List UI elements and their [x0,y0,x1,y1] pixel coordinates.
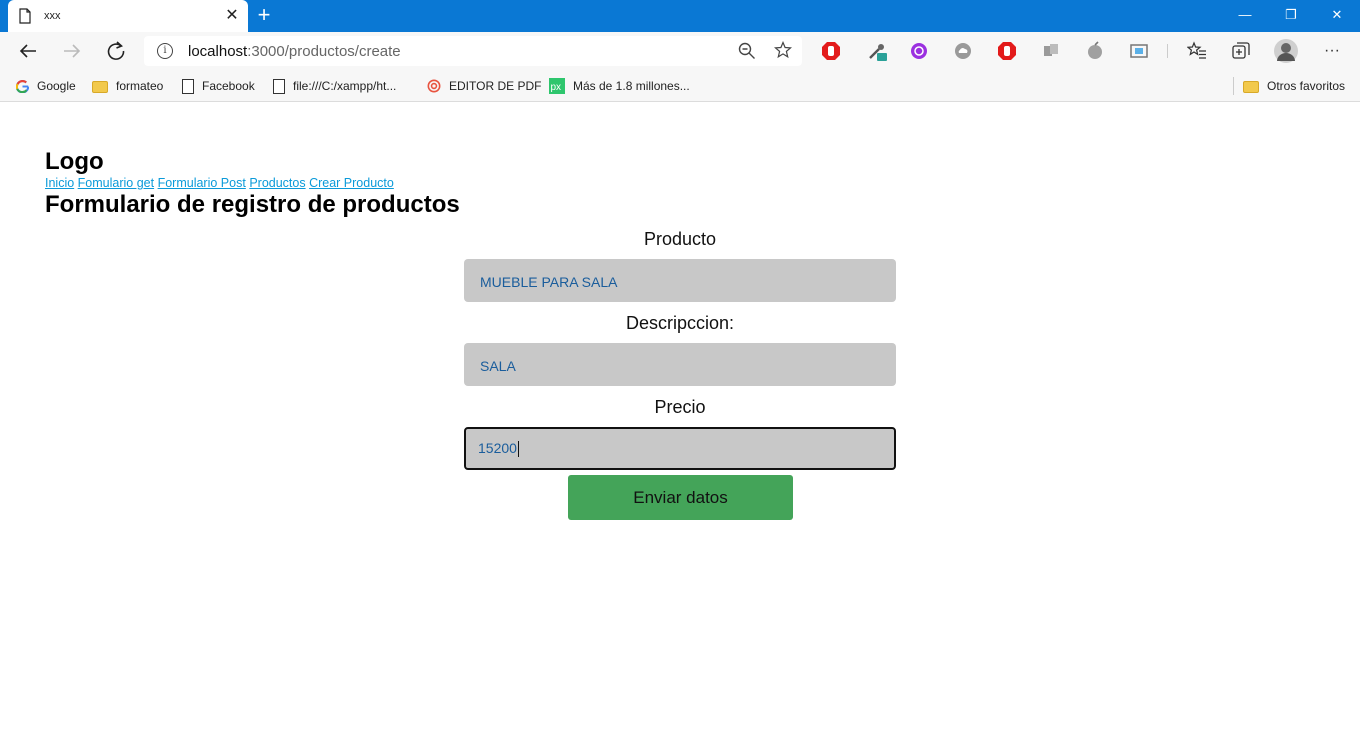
adblock-plus-icon[interactable] [997,41,1017,61]
bookmark-label: formateo [116,79,164,93]
title-bar: xxx ✕ + — ❐ ✕ [0,0,1360,32]
window-close-button[interactable]: ✕ [1314,0,1360,30]
favorites-icon[interactable] [1187,41,1207,61]
price-input[interactable]: 15200 [464,427,896,470]
bookmark-file[interactable]: file:///C:/xampp/ht... [273,77,396,95]
site-logo: Logo [45,148,104,175]
product-input[interactable]: MUEBLE PARA SALA [464,259,896,302]
nav-link-formulario-post[interactable]: Formulario Post [158,176,246,190]
px-icon: px [549,78,565,94]
bookmark-label: Facebook [202,79,255,93]
page-title: Formulario de registro de productos [45,191,460,218]
url-text[interactable]: localhost:3000/productos/create [188,43,401,60]
bookmarks-bar: Google formateo Facebook file:///C:/xamp… [0,70,1360,102]
browser-tab[interactable]: xxx ✕ [8,0,248,32]
restore-button[interactable]: ❐ [1268,0,1314,30]
toolbar-divider [1167,44,1168,58]
url-host: localhost [188,43,248,60]
settings-more-button[interactable]: ··· [1318,41,1346,61]
adblock-icon[interactable] [821,41,841,61]
url-path: :3000/productos/create [247,43,401,60]
bookmarks-divider [1233,77,1234,95]
site-info-icon[interactable]: i [157,43,173,59]
back-icon[interactable] [12,36,44,66]
nav-link-formulario-get[interactable]: Fomulario get [78,176,154,190]
pdf-editor-icon [427,79,441,93]
new-tab-button[interactable]: + [252,3,276,27]
forward-icon[interactable] [56,36,88,66]
eyedropper-icon[interactable] [867,41,887,61]
bookmark-google[interactable]: Google [16,77,76,95]
google-icon [16,79,29,93]
price-label: Precio [654,397,706,417]
bookmark-label: file:///C:/xampp/ht... [293,79,397,93]
gray-cubes-icon[interactable] [1041,41,1061,61]
page-content: Logo Inicio Fomulario get Formulario Pos… [0,103,1360,738]
nav-link-productos[interactable]: Productos [249,176,305,190]
text-caret [517,441,519,458]
tab-title: xxx [44,10,61,22]
bookmark-label: Más de 1.8 millones... [573,79,690,93]
bookmark-facebook[interactable]: Facebook [182,77,255,95]
other-favorites[interactable]: Otros favoritos [1243,77,1345,95]
description-input[interactable]: SALA [464,343,896,386]
price-value: 15200 [478,440,517,456]
screen-capture-icon[interactable] [1129,41,1149,61]
favorite-star-icon[interactable] [774,41,792,59]
profile-avatar[interactable] [1274,39,1298,63]
minimize-button[interactable]: — [1222,0,1268,30]
tab-close-icon[interactable]: ✕ [222,6,242,26]
address-bar[interactable]: i localhost:3000/productos/create [144,36,802,66]
page-icon [273,78,285,94]
bookmark-label: Google [37,79,76,93]
other-favorites-label: Otros favoritos [1267,79,1346,93]
site-nav: Inicio Fomulario get Formulario Post Pro… [45,176,394,190]
folder-icon [1243,81,1259,93]
bookmark-formateo[interactable]: formateo [92,77,163,95]
browser-toolbar: i localhost:3000/productos/create ··· [0,32,1360,70]
refresh-icon[interactable] [100,36,132,66]
page-icon [182,78,194,94]
product-label: Producto [643,229,717,249]
zoom-icon[interactable] [738,42,756,60]
bookmark-label: EDITOR DE PDF [449,79,542,93]
submit-button[interactable]: Enviar datos [568,475,793,520]
bookmark-pdf-editor[interactable]: EDITOR DE PDF [427,77,541,95]
product-form: Producto MUEBLE PARA SALA Descripccion: … [464,227,896,520]
page-icon [19,8,31,24]
nav-link-crear-producto[interactable]: Crear Producto [309,176,394,190]
bookmark-pixabay[interactable]: px Más de 1.8 millones... [549,77,690,95]
gray-apple-icon[interactable] [1085,41,1105,61]
collections-icon[interactable] [1231,41,1251,61]
folder-icon [92,81,108,93]
description-label: Descripccion: [625,313,735,333]
purple-extension-icon[interactable] [909,41,929,61]
nav-link-inicio[interactable]: Inicio [45,176,74,190]
cloud-extension-icon[interactable] [953,41,973,61]
svg-text:px: px [551,82,562,93]
